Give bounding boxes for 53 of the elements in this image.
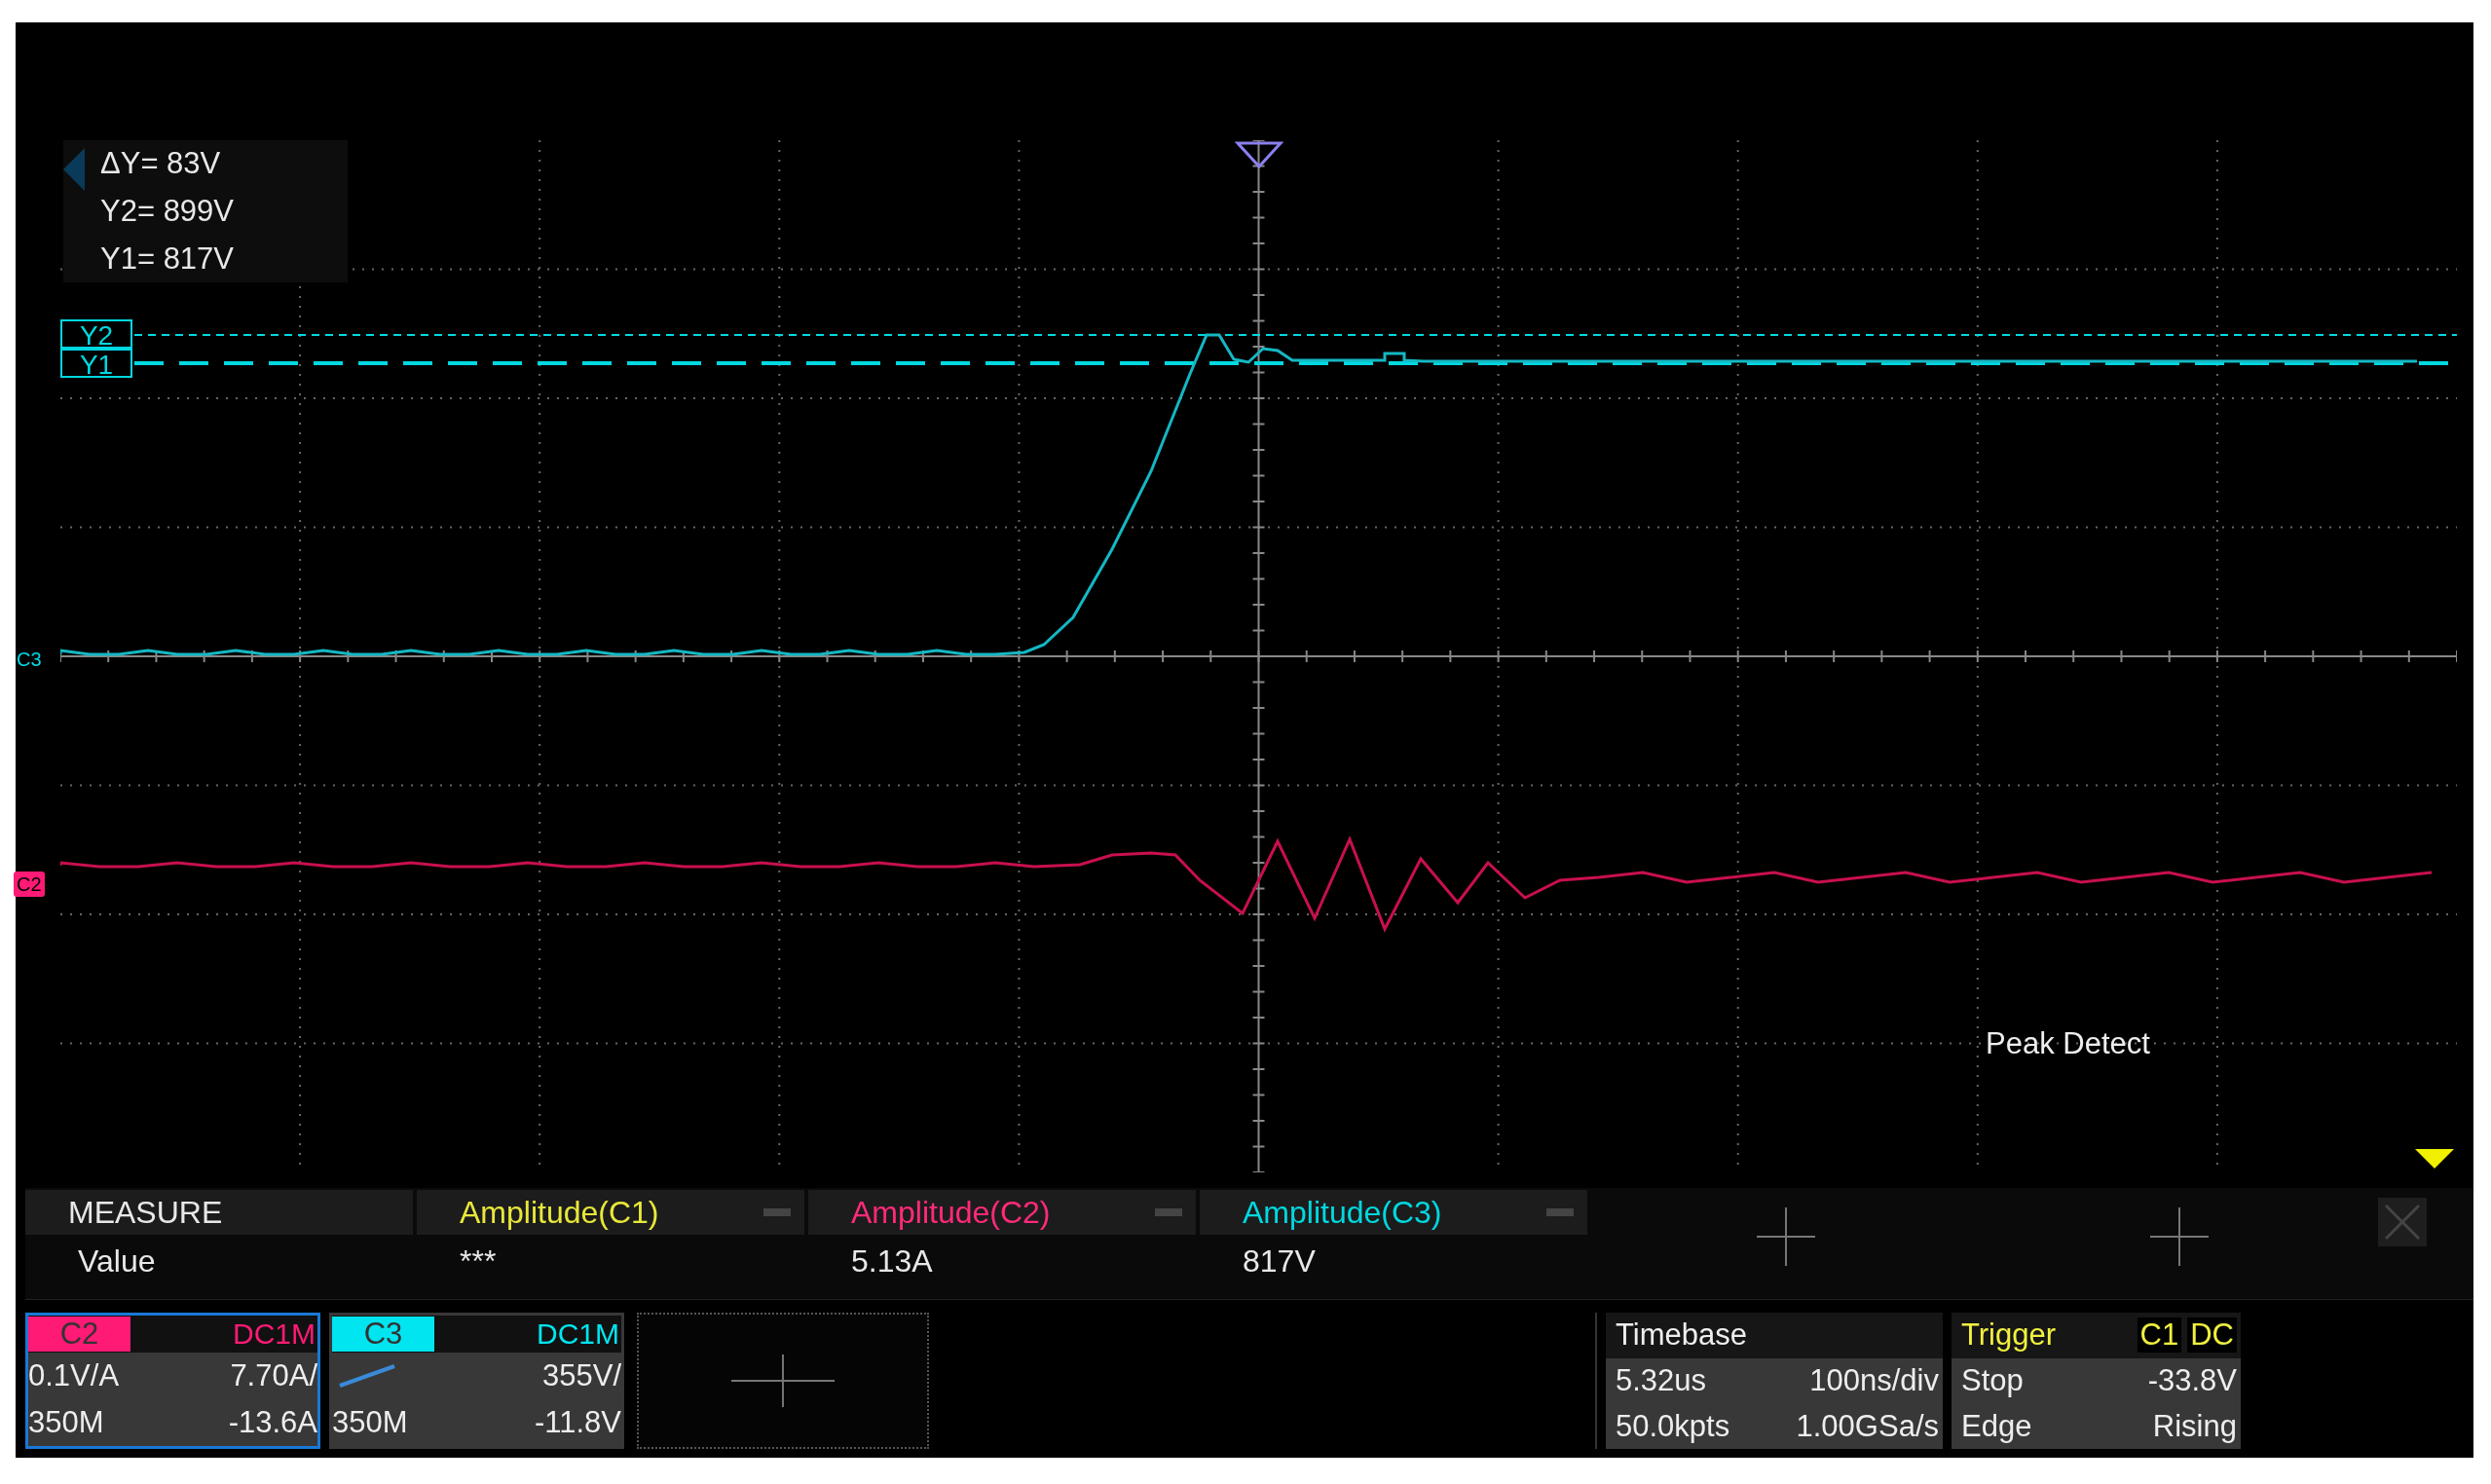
channel-panel[interactable]: C3 DC1M 355V/ 350M -11.8V: [329, 1313, 624, 1449]
offset-value: -11.8V: [534, 1405, 621, 1440]
trigger-title: Trigger: [1961, 1317, 2057, 1354]
add-channel-button[interactable]: [637, 1313, 929, 1449]
memory-depth: 50.0kpts: [1616, 1408, 1730, 1444]
timebase-panel[interactable]: Timebase 5.32us 100ns/div 50.0kpts 1.00GSa/s: [1606, 1313, 1943, 1449]
measure-value: 817V: [1242, 1243, 1317, 1280]
plus-icon: [2150, 1207, 2209, 1266]
probe-icon: [338, 1364, 396, 1388]
cursor-tag[interactable]: Y1: [60, 349, 132, 378]
vertical-scale: 355V/: [542, 1358, 621, 1393]
trigger-source: C1: [2137, 1317, 2182, 1354]
channel-marker[interactable]: C2: [14, 872, 45, 897]
y2-cursor-line[interactable]: [133, 334, 2457, 336]
add-measure-button[interactable]: [1757, 1207, 1815, 1266]
measure-label: Amplitude(C1): [460, 1194, 659, 1231]
probe-ratio: 0.1V/A: [28, 1358, 120, 1393]
add-measure-button[interactable]: [2150, 1207, 2209, 1266]
vertical-scale: 7.70A/: [230, 1358, 317, 1393]
time-scale: 100ns/div: [1809, 1363, 1939, 1398]
measure-label: Amplitude(C2): [851, 1194, 1051, 1231]
sample-rate: 1.00GSa/s: [1796, 1408, 1939, 1444]
cursor-tag[interactable]: Y2: [60, 319, 132, 349]
timebase-title: Timebase: [1616, 1317, 1747, 1354]
trigger-panel[interactable]: Trigger C1 DC Stop -33.8V Edge Rising: [1952, 1313, 2241, 1449]
channel-coupling: DC1M: [233, 1317, 316, 1351]
cursor-value: Y1= 817V: [100, 241, 236, 277]
time-delay: 5.32us: [1616, 1363, 1707, 1398]
channel-tag: C2: [28, 1317, 130, 1352]
bandwidth-value: 350M: [332, 1405, 408, 1440]
trigger-type: Edge: [1961, 1408, 2032, 1444]
channel-tag: C3: [332, 1317, 434, 1352]
measure-value: 5.13A: [850, 1243, 934, 1280]
cursor-value: ΔY= 83V: [100, 146, 222, 182]
channel-panel[interactable]: C2 DC1M 0.1V/A 7.70A/ 350M -13.6A: [25, 1313, 320, 1449]
acquisition-mode-label: Peak Detect: [1986, 1026, 2150, 1061]
plus-icon: [731, 1354, 835, 1408]
cursor-value: Y2= 899V: [100, 194, 236, 229]
channel-marker[interactable]: C3: [14, 647, 45, 672]
measure-label: Amplitude(C3): [1243, 1194, 1442, 1231]
channel-coupling: DC1M: [537, 1317, 620, 1351]
trigger-level-marker[interactable]: [2415, 1149, 2454, 1169]
trigger-coupling: DC: [2187, 1317, 2237, 1354]
trigger-level: -33.8V: [2147, 1363, 2237, 1398]
trigger-position-marker[interactable]: [1235, 140, 1283, 169]
measure-row-label: Value: [77, 1243, 157, 1280]
run-state: Stop: [1961, 1363, 2024, 1398]
measure-header: MEASURE: [25, 1190, 413, 1235]
bandwidth-value: 350M: [28, 1405, 104, 1440]
measure-value: ***: [459, 1243, 498, 1280]
trigger-slope: Rising: [2152, 1408, 2237, 1444]
offset-value: -13.6A: [228, 1405, 317, 1440]
plus-icon: [1757, 1207, 1815, 1266]
